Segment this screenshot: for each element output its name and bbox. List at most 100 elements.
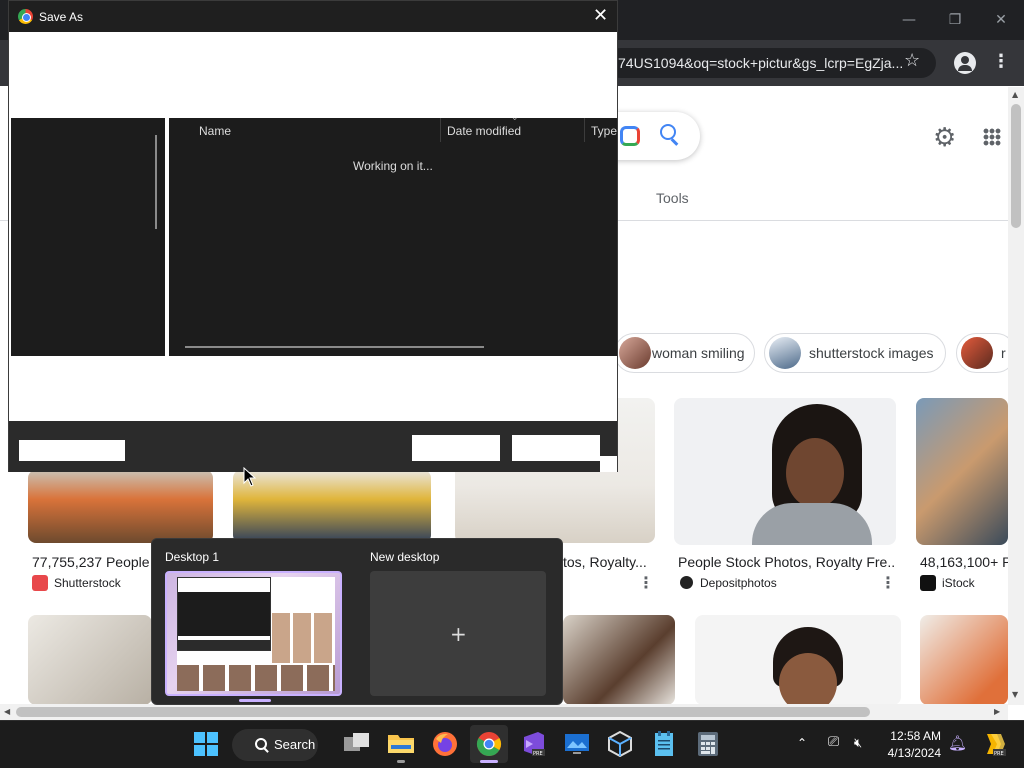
new-desktop-label[interactable]: New desktop xyxy=(370,550,439,564)
gear-icon[interactable]: ⚙ xyxy=(933,123,956,153)
column-header-type[interactable]: Type xyxy=(591,124,617,138)
search-icon xyxy=(255,738,269,752)
shutterstock-icon xyxy=(32,575,48,591)
clock-time[interactable]: 12:58 AM xyxy=(887,729,941,743)
bookmark-star-icon[interactable]: ☆ xyxy=(904,50,920,71)
svg-text:PRE: PRE xyxy=(533,751,543,757)
scroll-up-icon[interactable]: ▲ xyxy=(1012,90,1018,99)
chip-label: woman smiling xyxy=(652,345,745,361)
clock-date[interactable]: 4/13/2024 xyxy=(883,746,941,760)
chrome-icon[interactable] xyxy=(476,731,502,757)
task-view-icon[interactable] xyxy=(344,733,370,759)
result-title[interactable]: 48,163,100+ Pe xyxy=(920,554,1008,570)
image-subject xyxy=(786,438,844,508)
image-result[interactable] xyxy=(916,398,1008,545)
chip-shutterstock-images[interactable]: shutterstock images xyxy=(764,333,946,373)
vertical-scrollbar-thumb[interactable] xyxy=(1011,104,1021,228)
column-header-name[interactable]: Name xyxy=(199,124,231,138)
result-source[interactable]: iStock xyxy=(942,576,975,590)
more-options-icon[interactable]: ⋮ xyxy=(880,573,896,592)
file-list-scrollbar[interactable] xyxy=(185,346,484,348)
mini-dialog xyxy=(177,577,271,651)
image-result[interactable] xyxy=(920,615,1008,705)
monitor-app-icon[interactable] xyxy=(564,732,590,758)
visual-studio-preview-icon[interactable]: PRE xyxy=(520,731,546,757)
chip-partial[interactable]: r xyxy=(956,333,1016,373)
image-result[interactable] xyxy=(233,470,431,543)
close-window-icon[interactable]: ✕ xyxy=(986,8,1016,32)
close-icon[interactable]: ✕ xyxy=(593,5,608,26)
result-source[interactable]: Depositphotos xyxy=(700,576,777,590)
hide-folders-button[interactable] xyxy=(19,440,125,461)
taskbar-search-label: Search xyxy=(274,737,316,752)
result-title[interactable]: tos, Royalty... xyxy=(563,554,653,570)
image-result[interactable] xyxy=(28,470,213,543)
copilot-preview-icon[interactable]: PRE xyxy=(981,731,1007,757)
tools-link[interactable]: Tools xyxy=(656,190,689,206)
search-icon[interactable] xyxy=(660,124,682,146)
image-result[interactable] xyxy=(674,398,896,545)
minimize-icon[interactable]: — xyxy=(894,8,924,32)
scroll-left-icon[interactable]: ◀ xyxy=(4,707,10,716)
scroll-down-icon[interactable]: ▼ xyxy=(1012,690,1018,699)
sort-caret-icon: ⌄ xyxy=(511,113,519,123)
mini-image-grid xyxy=(177,665,335,691)
calculator-icon[interactable] xyxy=(697,731,723,757)
google-apps-icon[interactable] xyxy=(983,128,1001,146)
3d-box-icon[interactable] xyxy=(608,730,634,758)
active-app-indicator xyxy=(480,760,498,763)
notepad-icon[interactable] xyxy=(653,731,679,757)
image-result[interactable] xyxy=(563,615,675,705)
display-icon[interactable]: ⎚ xyxy=(828,734,839,750)
file-explorer-icon[interactable] xyxy=(388,731,414,757)
restore-icon[interactable]: ❐ xyxy=(940,8,970,32)
show-hidden-icons-chevron-icon[interactable]: ⌃ xyxy=(797,736,807,750)
loading-status: Working on it... xyxy=(353,159,433,173)
taskbar xyxy=(0,720,1024,768)
navigation-pane[interactable] xyxy=(11,118,165,356)
dialog-title: Save As xyxy=(39,10,84,24)
google-lens-icon[interactable] xyxy=(620,126,640,146)
scroll-right-icon[interactable]: ▶ xyxy=(994,707,1000,716)
navigation-pane-scrollbar[interactable] xyxy=(155,135,157,229)
save-button[interactable] xyxy=(412,435,500,461)
notification-bell-icon[interactable]: 🔔︎ xyxy=(948,734,967,752)
active-desktop-indicator xyxy=(239,699,271,702)
image-subject xyxy=(779,653,837,705)
column-separator[interactable] xyxy=(440,118,441,142)
save-as-dialog: Save As ✕ Name ⌄ Date modified Type Work… xyxy=(8,0,618,472)
address-bar-url[interactable]: 74US1094&oq=stock+pictur&gs_lcrp=EgZja..… xyxy=(618,55,903,71)
profile-icon[interactable] xyxy=(954,52,976,74)
mini-dialog-footer xyxy=(178,640,270,650)
image-result[interactable] xyxy=(695,615,901,705)
svg-text:PRE: PRE xyxy=(994,751,1004,757)
mini-image-grid xyxy=(272,613,332,663)
chip-thumbnail xyxy=(619,337,651,369)
running-indicator xyxy=(397,760,405,763)
desktop-1-thumbnail[interactable] xyxy=(165,571,342,696)
column-header-date-modified[interactable]: Date modified xyxy=(447,124,521,138)
chip-woman-smiling[interactable]: woman smiling xyxy=(614,333,755,373)
depositphotos-icon xyxy=(680,576,693,589)
istock-icon xyxy=(920,575,936,591)
horizontal-scrollbar-thumb[interactable] xyxy=(16,707,870,717)
result-title[interactable]: People Stock Photos, Royalty Fre... xyxy=(678,554,894,570)
chrome-menu-icon[interactable]: ⋮ xyxy=(992,51,1010,72)
column-separator[interactable] xyxy=(584,118,585,142)
mini-dialog-pane xyxy=(178,592,270,636)
image-subject xyxy=(752,503,872,545)
result-title[interactable]: 77,755,237 People I xyxy=(32,554,150,570)
resize-grip[interactable] xyxy=(600,456,617,472)
firefox-icon[interactable] xyxy=(432,731,458,757)
chip-label: shutterstock images xyxy=(809,345,934,361)
windows-start-icon[interactable] xyxy=(194,732,220,758)
plus-icon[interactable]: + xyxy=(450,622,467,646)
volume-muted-icon[interactable]: 🔇︎ xyxy=(854,736,862,751)
more-options-icon[interactable]: ⋮ xyxy=(638,573,654,592)
result-source[interactable]: Shutterstock xyxy=(54,576,121,590)
desktop-1-label[interactable]: Desktop 1 xyxy=(165,550,219,564)
image-result[interactable] xyxy=(28,615,152,705)
cancel-button[interactable] xyxy=(512,435,600,461)
file-list-pane[interactable] xyxy=(169,118,617,356)
chip-thumbnail xyxy=(961,337,993,369)
